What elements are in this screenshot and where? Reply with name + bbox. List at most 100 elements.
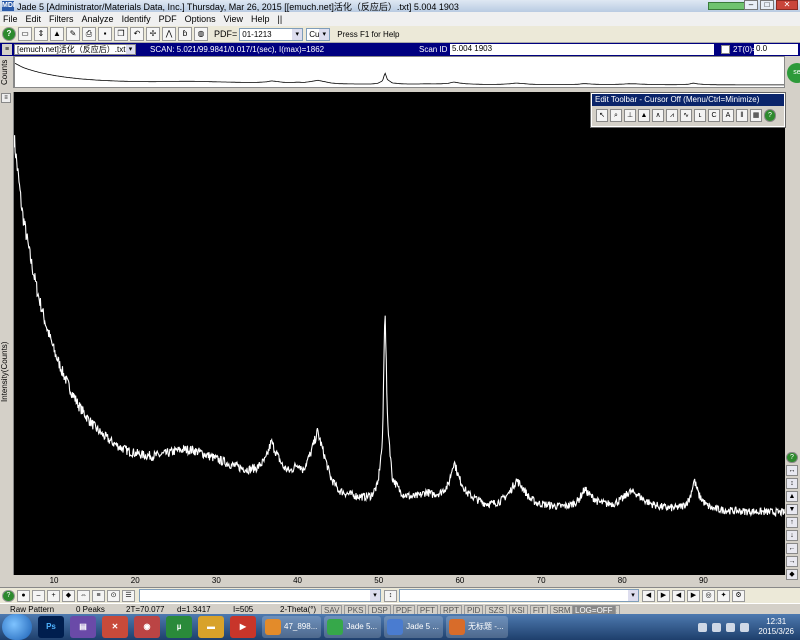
- twotheta-field[interactable]: 0.0: [754, 44, 798, 55]
- menu-edit[interactable]: Edit: [26, 14, 42, 24]
- help-icon[interactable]: ?: [764, 109, 776, 122]
- pattern-select[interactable]: ▾: [399, 589, 639, 602]
- stack-icon[interactable]: ≡: [92, 589, 105, 602]
- target-icon[interactable]: ◎: [702, 589, 715, 602]
- axis-menu-icon[interactable]: ≡: [1, 93, 11, 103]
- overview-button[interactable]: se: [787, 63, 800, 83]
- task-app-4[interactable]: 无标题 -...: [445, 616, 508, 638]
- file-select[interactable]: [emuch.net]活化（反应后）.txt ▾: [14, 44, 136, 55]
- edit-toolbar-title[interactable]: Edit Toolbar - Cursor Off (Menu/Ctrl=Min…: [592, 94, 784, 106]
- photoshop-icon[interactable]: Ps: [38, 616, 64, 638]
- plus-icon[interactable]: +: [47, 589, 60, 602]
- bottom-toolbar: ? ● – + ◆ ⇔ ≡ ⊙ ☰ ▾ ↕ ▾ ◀ ▶ ◀ ▶ ◎ ✦ ⚙: [0, 587, 800, 603]
- flag-icon[interactable]: [740, 622, 750, 632]
- scan-menu-icon[interactable]: ≡: [2, 44, 12, 55]
- list-icon[interactable]: ☰: [122, 589, 135, 602]
- overview-plot[interactable]: [14, 56, 785, 88]
- fit-icon[interactable]: ∧: [652, 109, 664, 122]
- tray-icon[interactable]: [698, 622, 708, 632]
- print-icon[interactable]: ⎙: [82, 27, 96, 41]
- copy-icon[interactable]: ❐: [114, 27, 128, 41]
- move-down-icon[interactable]: ↓: [786, 530, 798, 541]
- close-button[interactable]: ✕: [776, 0, 798, 10]
- fit-all-icon[interactable]: ⩘: [666, 109, 678, 122]
- twotheta-checkbox[interactable]: [721, 45, 730, 54]
- rewind-icon[interactable]: ◀: [672, 589, 685, 602]
- task-app-3[interactable]: Jade 5 ...: [384, 616, 443, 638]
- menu-file[interactable]: File: [3, 14, 18, 24]
- chevron-down-icon: ▾: [292, 28, 303, 40]
- baseline-icon[interactable]: ⊥: [624, 109, 636, 122]
- network-icon[interactable]: [712, 622, 722, 632]
- archive-icon[interactable]: ▤: [70, 616, 96, 638]
- profile-icon[interactable]: ∿: [680, 109, 692, 122]
- media-icon[interactable]: ▶: [230, 616, 256, 638]
- maximize-button[interactable]: □: [760, 0, 774, 10]
- help-icon[interactable]: ?: [786, 452, 798, 463]
- pdf-select[interactable]: 01-1213 ▾: [239, 27, 304, 41]
- xrd-plot[interactable]: [13, 92, 786, 575]
- scan-id-field[interactable]: 5.004 1903: [450, 44, 714, 55]
- label-icon[interactable]: C: [708, 109, 720, 122]
- target-select[interactable]: Cu ▾: [306, 27, 331, 41]
- updown-icon[interactable]: ↕: [384, 589, 397, 602]
- torrent-icon[interactable]: µ: [166, 616, 192, 638]
- menu-options[interactable]: Options: [185, 14, 216, 24]
- overlay-select[interactable]: ▾: [139, 589, 381, 602]
- peaks-icon[interactable]: ⋀: [162, 27, 176, 41]
- menu-filters[interactable]: Filters: [49, 14, 74, 24]
- prev-icon[interactable]: ◀: [642, 589, 655, 602]
- app-logo-icon: MDI: [2, 1, 15, 11]
- link-icon[interactable]: ⊙: [107, 589, 120, 602]
- zoom-out-icon[interactable]: ↕: [786, 478, 798, 489]
- task-app-1[interactable]: 47_898...: [262, 616, 322, 638]
- pdf-app-icon[interactable]: ◉: [134, 616, 160, 638]
- scale-up-icon[interactable]: ▲: [786, 491, 798, 502]
- menu-pdf[interactable]: PDF: [159, 14, 177, 24]
- save-icon[interactable]: ▪: [98, 27, 112, 41]
- open-icon[interactable]: ▭: [18, 27, 32, 41]
- xps-icon[interactable]: ✕: [102, 616, 128, 638]
- move-up-icon[interactable]: ↑: [786, 517, 798, 528]
- zoom-icon[interactable]: ⌕: [610, 109, 622, 122]
- record-icon[interactable]: ●: [17, 589, 30, 602]
- folder-icon[interactable]: ▬: [198, 616, 224, 638]
- diamond-icon[interactable]: ◆: [62, 589, 75, 602]
- log-icon[interactable]: ʟ: [694, 109, 706, 122]
- globe-icon[interactable]: ◍: [194, 27, 208, 41]
- grid-icon[interactable]: ▦: [750, 109, 762, 122]
- menu-analyze[interactable]: Analyze: [82, 14, 114, 24]
- minus-icon[interactable]: –: [32, 589, 45, 602]
- peak-icon[interactable]: ▲: [638, 109, 650, 122]
- scale-down-icon[interactable]: ▼: [786, 504, 798, 515]
- minimize-button[interactable]: –: [744, 0, 758, 10]
- settings-icon[interactable]: ⚙: [732, 589, 745, 602]
- scan-id-label: Scan ID: [419, 45, 448, 54]
- zoom-in-icon[interactable]: ↔: [786, 465, 798, 476]
- help-icon[interactable]: ?: [2, 27, 16, 41]
- merge-icon[interactable]: ▲: [50, 27, 64, 41]
- volume-icon[interactable]: [726, 622, 736, 632]
- start-button[interactable]: [2, 614, 32, 640]
- cross-icon[interactable]: ✢: [146, 27, 160, 41]
- undo-icon[interactable]: ↶: [130, 27, 144, 41]
- task-app-2[interactable]: Jade 5...: [324, 616, 382, 638]
- compass-icon[interactable]: ✦: [717, 589, 730, 602]
- forward-icon[interactable]: ▶: [687, 589, 700, 602]
- clock[interactable]: 12:31 2015/3/26: [758, 617, 794, 637]
- cursor-icon[interactable]: ↖: [596, 109, 608, 122]
- bars-icon[interactable]: ⫴: [736, 109, 748, 122]
- menu-identify[interactable]: Identify: [122, 14, 151, 24]
- menu-view[interactable]: View: [224, 14, 243, 24]
- move-right-icon[interactable]: →: [786, 556, 798, 567]
- move-left-icon[interactable]: ←: [786, 543, 798, 554]
- help-icon[interactable]: ?: [2, 589, 15, 602]
- move-icon[interactable]: ⇕: [34, 27, 48, 41]
- pencil-icon[interactable]: ✎: [66, 27, 80, 41]
- shift-icon[interactable]: ⇔: [77, 589, 90, 602]
- page-down-icon[interactable]: ◆: [786, 569, 798, 580]
- bg-icon[interactable]: ɓ: [178, 27, 192, 41]
- next-icon[interactable]: ▶: [657, 589, 670, 602]
- text-icon[interactable]: A: [722, 109, 734, 122]
- menu-help[interactable]: Help: [251, 14, 270, 24]
